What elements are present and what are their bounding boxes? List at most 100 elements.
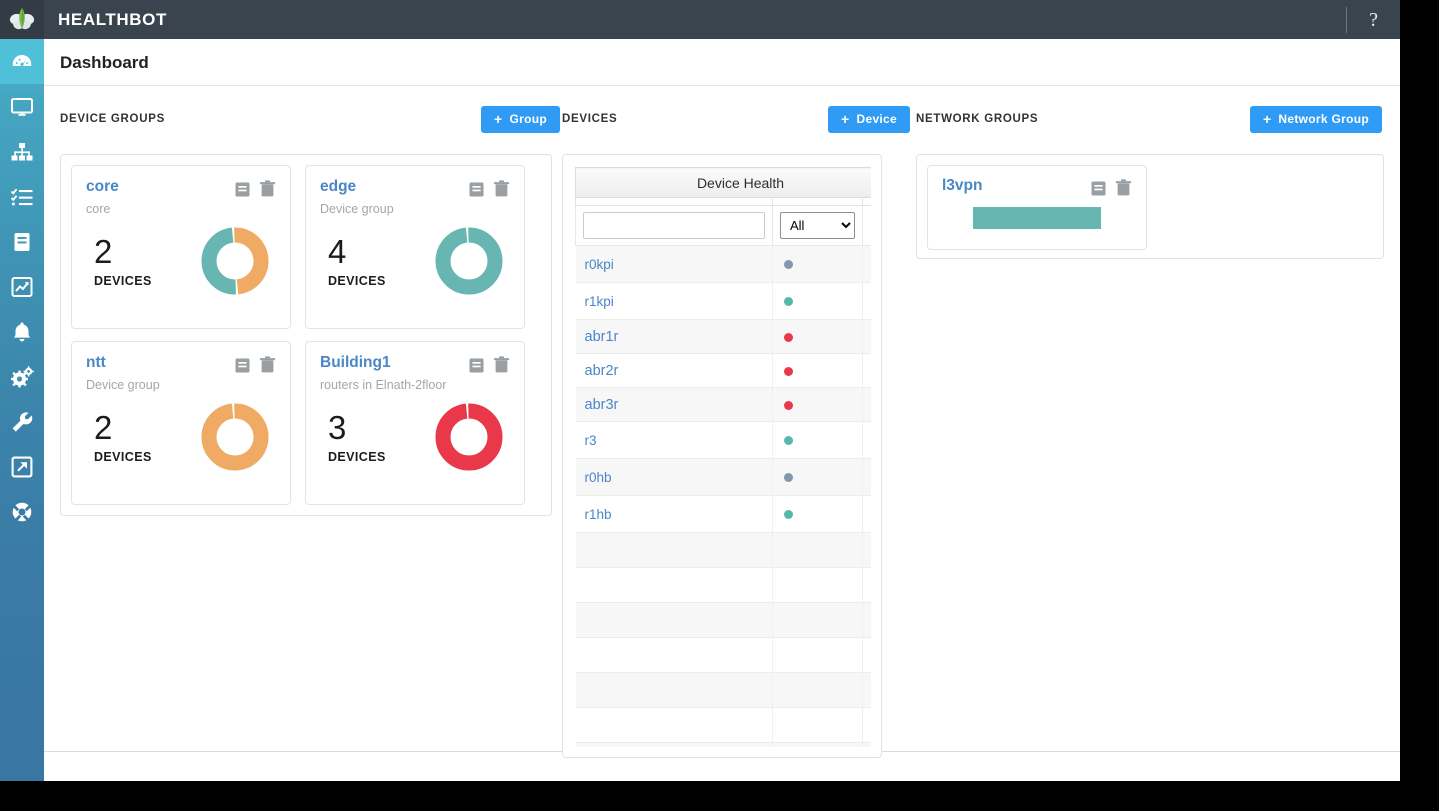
device-rows: r0kpi·r1kpi·abr1r·abr2r·abr3r·r3·r0hb·r1… <box>575 245 871 747</box>
table-row[interactable]: abr2r · <box>575 353 871 388</box>
table-row[interactable]: abr3r · <box>575 387 871 422</box>
card-header: l3vpn <box>942 177 1132 197</box>
device-name-cell: r0kpi <box>575 245 773 283</box>
status-badge <box>784 366 793 376</box>
sidebar-item-network-topology[interactable] <box>0 129 44 174</box>
device-name-cell <box>575 707 773 743</box>
trash-icon[interactable] <box>493 180 510 198</box>
device-health-table-scroll[interactable]: Device Health All r0kpi r1kpi abr1r abr2… <box>575 167 871 747</box>
filter-extra-cell <box>861 205 871 246</box>
table-row[interactable]: r3 · <box>575 421 871 459</box>
donut-slice <box>435 403 503 471</box>
network-groups-label: NETWORK GROUPS <box>916 113 1039 125</box>
device-extra-cell <box>862 532 871 568</box>
card-title[interactable]: l3vpn <box>942 177 982 194</box>
donut-wrap <box>196 398 274 476</box>
book-icon[interactable] <box>234 357 251 374</box>
table-row[interactable] <box>575 742 871 747</box>
page-title: Dashboard <box>60 53 149 72</box>
sidebar-item-alarms[interactable] <box>0 309 44 354</box>
device-extra-cell: · <box>862 319 871 354</box>
device-name-link[interactable]: r1hb <box>585 507 612 522</box>
device-name-link[interactable]: r0hb <box>585 470 612 485</box>
sidebar-item-tools[interactable] <box>0 399 44 444</box>
device-count: 4 <box>328 232 347 270</box>
device-name-link[interactable]: r1kpi <box>585 294 614 309</box>
device-group-card[interactable]: edge Device group 4 DEVICES <box>305 165 525 329</box>
card-actions <box>468 354 510 374</box>
status-badge <box>784 297 793 307</box>
sidebar-item-external-link[interactable] <box>0 444 44 489</box>
card-title[interactable]: ntt <box>86 354 106 371</box>
sidebar-item-dashboard[interactable] <box>0 39 44 84</box>
table-row[interactable]: r1kpi · <box>575 282 871 320</box>
add-network-group-button[interactable]: + Network Group <box>1249 105 1382 133</box>
book-icon[interactable] <box>1090 180 1107 197</box>
table-row[interactable]: abr1r · <box>575 319 871 354</box>
column-header-name[interactable] <box>575 197 773 206</box>
juniper-logo[interactable] <box>0 0 44 39</box>
table-row[interactable] <box>575 567 871 603</box>
gauge-icon <box>12 54 32 66</box>
device-groups-header: DEVICE GROUPS + Group <box>60 102 562 136</box>
device-group-card[interactable]: core core 2 DEVICES <box>71 165 291 329</box>
device-name-link[interactable]: abr2r <box>585 363 619 379</box>
table-row[interactable] <box>575 672 871 708</box>
book-icon[interactable] <box>234 181 251 198</box>
device-name-cell <box>575 602 773 638</box>
device-name-link[interactable]: r3 <box>585 433 597 448</box>
trash-icon[interactable] <box>1115 179 1132 197</box>
table-row[interactable] <box>575 637 871 673</box>
device-status-cell <box>772 707 863 743</box>
card-title[interactable]: edge <box>320 178 356 195</box>
device-status-cell <box>772 387 863 422</box>
device-extra-cell <box>862 742 871 747</box>
table-row[interactable]: r1hb · <box>575 495 871 533</box>
table-row[interactable]: r0kpi · <box>575 245 871 283</box>
table-row[interactable] <box>575 532 871 568</box>
device-status-cell <box>772 458 863 496</box>
add-group-button[interactable]: + Group <box>481 105 560 133</box>
filter-status-cell: All <box>772 205 863 246</box>
table-row[interactable] <box>575 707 871 743</box>
card-body: 2 DEVICES <box>86 222 276 300</box>
help-button[interactable]: ? <box>1369 10 1378 30</box>
sidebar-item-tasks[interactable] <box>0 174 44 219</box>
trash-icon[interactable] <box>259 356 276 374</box>
device-name-link[interactable]: abr1r <box>585 329 619 345</box>
network-groups-panel: l3vpn <box>916 154 1384 259</box>
trash-icon[interactable] <box>493 356 510 374</box>
device-group-card[interactable]: ntt Device group 2 DEVICES <box>71 341 291 505</box>
add-device-button[interactable]: + Device <box>828 105 910 133</box>
table-row[interactable] <box>575 602 871 638</box>
card-title[interactable]: core <box>86 178 119 195</box>
sidebar-item-reports[interactable] <box>0 219 44 264</box>
table-row[interactable]: r0hb · <box>575 458 871 496</box>
sidebar-item-settings[interactable] <box>0 354 44 399</box>
trash-icon[interactable] <box>259 180 276 198</box>
sidebar-item-analytics[interactable] <box>0 264 44 309</box>
device-name-cell: r1hb <box>575 495 773 533</box>
device-extra-cell <box>862 637 871 673</box>
book-icon[interactable] <box>468 357 485 374</box>
sidebar-item-devices[interactable] <box>0 84 44 129</box>
status-filter-select[interactable]: All <box>780 212 855 239</box>
device-name-link[interactable]: r0kpi <box>585 257 614 272</box>
card-title[interactable]: Building1 <box>320 354 391 371</box>
column-header-extra[interactable] <box>861 197 871 206</box>
device-name-link[interactable]: abr3r <box>585 397 619 413</box>
device-filter-input[interactable] <box>583 212 765 239</box>
add-network-group-label: Network Group <box>1278 112 1369 126</box>
device-group-card[interactable]: Building1 routers in Elnath-2floor 3 DEVICE… <box>305 341 525 505</box>
page-header: Dashboard <box>44 39 1400 86</box>
top-bar: HEALTHBOT ? <box>0 0 1400 39</box>
card-header: ntt <box>86 354 276 374</box>
device-status-cell <box>772 637 863 673</box>
sidebar-item-support[interactable] <box>0 489 44 534</box>
device-groups-panel: core core 2 DEVICES edge Device group 4 DEVICES… <box>60 154 552 516</box>
network-group-card[interactable]: l3vpn <box>927 165 1147 250</box>
card-description: Device group <box>86 378 160 392</box>
book-icon[interactable] <box>468 181 485 198</box>
column-header-status[interactable] <box>772 197 863 206</box>
network-groups-header: NETWORK GROUPS + Network Group <box>916 102 1384 136</box>
